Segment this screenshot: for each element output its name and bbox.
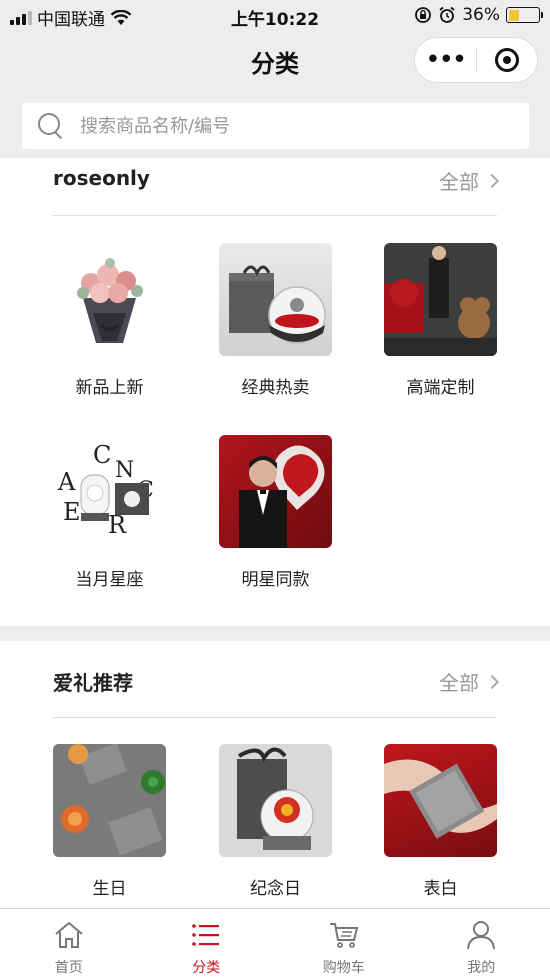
category-section-gift: 爱礼推荐 全部 生日 纪念日 表白 [0,641,550,908]
tab-label: 购物车 [322,960,365,976]
bouquet-image [53,243,166,356]
category-item-label: 表白 [423,879,458,899]
alarm-icon [439,6,455,23]
section-separator [0,626,550,641]
svg-text:E: E [63,498,81,526]
view-all-label: 全部 [439,671,479,695]
category-item-custom[interactable]: 高端定制 [384,243,497,398]
view-all-label: 全部 [439,170,479,194]
zodiac-image: C A N C E R [53,435,166,548]
category-item-new[interactable]: 新品上新 [53,243,166,398]
view-all-link[interactable]: 全部 [439,667,500,696]
tab-label: 我的 [467,960,496,976]
svg-text:C: C [93,441,111,469]
battery-fill [508,9,519,21]
category-item-classic[interactable]: 经典热卖 [219,243,332,398]
tab-label: 分类 [192,960,221,976]
more-dots-icon[interactable]: ••• [415,47,476,73]
category-item-zodiac[interactable]: C A N C E R 当月星座 [53,435,166,590]
svg-text:N: N [115,458,134,483]
search-input[interactable] [80,115,480,137]
nav-bar: 分类 ••• [0,30,550,92]
chevron-right-icon [484,173,500,188]
category-item-label: 明星同款 [241,570,310,590]
home-icon [55,921,83,948]
birthday-image [53,744,166,857]
tab-cart[interactable]: 购物车 [275,909,413,978]
search-box[interactable] [22,103,529,149]
status-bar: 中国联通 上午10:22 36% [0,0,550,30]
list-icon [192,924,220,946]
category-item-label: 纪念日 [250,879,301,899]
section-title: roseonly [53,166,150,190]
category-item-birthday[interactable]: 生日 [53,744,166,899]
tab-bar: 首页 分类 购物车 我的 [0,908,550,978]
section-title: 爱礼推荐 [53,671,133,695]
battery-icon [506,7,543,23]
category-item-confession[interactable]: 表白 [384,744,497,899]
category-item-label: 生日 [92,879,127,899]
svg-text:A: A [57,468,76,496]
status-right: 36% [414,5,543,25]
tab-category[interactable]: 分类 [138,909,276,978]
tab-label: 首页 [54,960,83,976]
search-area [0,92,550,158]
celebrity-image [219,435,332,548]
custom-image [384,243,497,356]
orientation-lock-icon [415,7,432,23]
tab-mine[interactable]: 我的 [413,909,550,978]
view-all-link[interactable]: 全部 [439,166,500,195]
user-icon [467,921,496,950]
section-header: 爱礼推荐 全部 [53,641,500,718]
category-item-label: 新品上新 [75,378,144,398]
mini-program-capsule: ••• [414,37,538,83]
category-item-label: 经典热卖 [241,378,310,398]
chevron-right-icon [484,674,500,689]
gift-box-image [219,243,332,356]
target-circle-icon [494,48,519,72]
anniversary-image [219,744,332,857]
svg-text:R: R [108,511,127,539]
tab-home[interactable]: 首页 [0,909,138,978]
battery-percent: 36% [462,5,500,25]
search-icon [36,111,66,141]
category-item-anniversary[interactable]: 纪念日 [219,744,332,899]
category-item-celebrity[interactable]: 明星同款 [219,435,332,590]
cart-icon [329,923,359,948]
section-header: roseonly 全部 [53,158,500,216]
category-item-label: 当月星座 [75,570,144,590]
category-item-label: 高端定制 [406,378,475,398]
close-button[interactable] [477,48,538,72]
category-section-roseonly: roseonly 全部 新品上新 经典热卖 高端定制 C A N E R 当月星… [0,158,550,626]
confession-image [384,744,497,857]
